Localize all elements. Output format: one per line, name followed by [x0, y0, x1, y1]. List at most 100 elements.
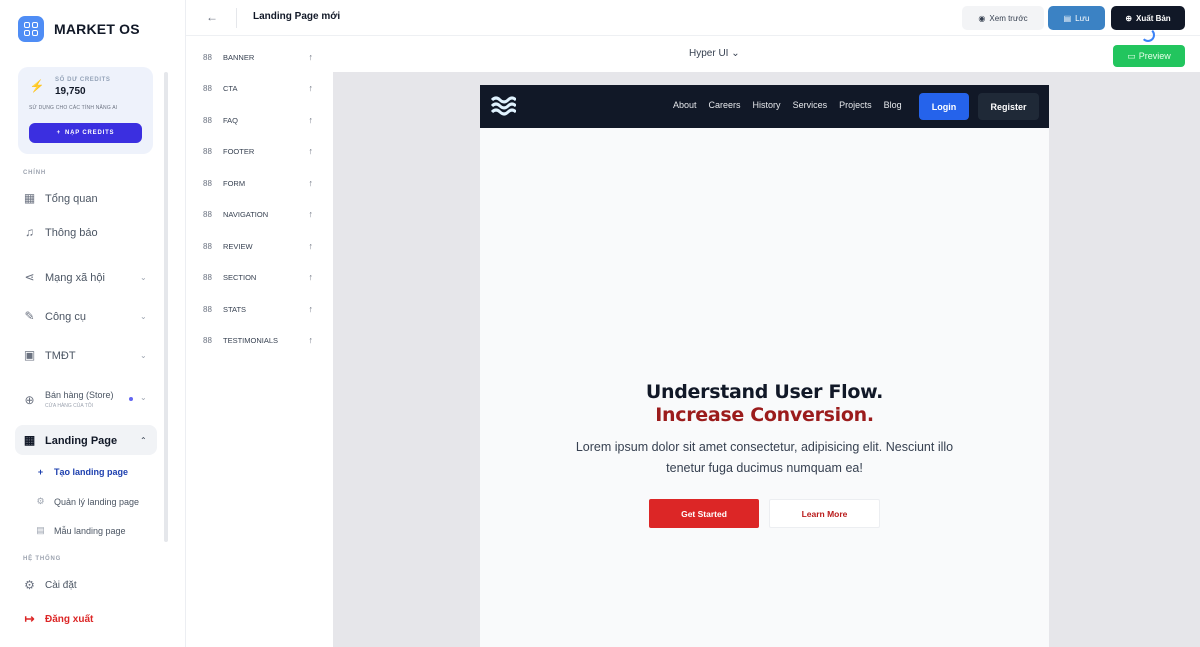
divider	[236, 8, 237, 28]
gear-icon: ⚙	[24, 578, 35, 592]
chevron-down-icon[interactable]: ⌄	[140, 312, 147, 321]
canvas-preview-button[interactable]: ▭ Preview	[1113, 45, 1185, 67]
chevron-down-icon[interactable]: ⌄	[140, 351, 147, 360]
credits-value: 19,750	[55, 86, 86, 97]
arrow-up-icon[interactable]: ↑	[309, 115, 314, 125]
landing-register-button[interactable]: Register	[978, 93, 1039, 120]
nav-link-careers[interactable]: Careers	[709, 100, 741, 110]
credits-subtitle: SỬ DỤNG CHO CÁC TÍNH NĂNG AI	[29, 105, 118, 111]
grid-icon: 88	[203, 52, 212, 62]
grid-icon	[18, 16, 44, 42]
sidebar-item-overview[interactable]: ▦ Tổng quan	[23, 192, 98, 205]
nav-link-blog[interactable]: Blog	[884, 100, 902, 110]
section-label-main: CHÍNH	[23, 170, 46, 176]
component-panel: 88 BANNER ↑ 88 CTA ↑ 88 FAQ ↑ 88 FOOTER …	[186, 36, 333, 647]
component-label: CTA	[223, 83, 238, 93]
nav-link-history[interactable]: History	[753, 100, 781, 110]
sidebar-item-tools[interactable]: ✎ Công cụ	[23, 310, 86, 323]
grid-icon: 88	[203, 209, 212, 219]
save-button[interactable]: ▤ Lưu	[1048, 6, 1105, 30]
sidebar-item-settings[interactable]: ⚙ Cài đặt	[23, 579, 77, 592]
arrow-up-icon[interactable]: ↑	[309, 146, 314, 156]
component-item-testimonials[interactable]: 88 TESTIMONIALS ↑	[203, 333, 313, 347]
sidebar-item-ecommerce[interactable]: ▣ TMĐT	[23, 349, 76, 362]
nav-link-services[interactable]: Services	[793, 100, 828, 110]
component-item-stats[interactable]: 88 STATS ↑	[203, 302, 313, 316]
sidebar-subitem-create-landing[interactable]: + Tạo landing page	[36, 467, 128, 477]
section-label-system: HỆ THỐNG	[23, 556, 62, 562]
store-subtitle: CỬA HÀNG CỦA TÔI	[45, 403, 94, 409]
credits-title: SỐ DƯ CREDITS	[55, 77, 111, 83]
theme-select-value: Hyper UI	[689, 48, 729, 59]
component-label: FOOTER	[223, 146, 255, 156]
component-item-banner[interactable]: 88 BANNER ↑	[203, 50, 313, 64]
grid-icon: 88	[203, 178, 212, 188]
status-dot	[129, 397, 133, 401]
get-started-button[interactable]: Get Started	[649, 499, 759, 528]
sidebar-item-social[interactable]: ⋖ Mạng xã hội	[23, 271, 104, 284]
component-item-review[interactable]: 88 REVIEW ↑	[203, 239, 313, 253]
brand[interactable]: MARKET OS	[18, 16, 140, 42]
landing-login-button[interactable]: Login	[919, 93, 969, 120]
editor-canvas[interactable]: About Careers History Services Projects …	[333, 72, 1200, 647]
arrow-up-icon[interactable]: ↑	[309, 272, 314, 282]
sidebar-item-store[interactable]: ⊕ Bán hàng (Store) CỬA HÀNG CỦA TÔI	[23, 390, 114, 411]
gear-icon: ⚙	[36, 496, 45, 506]
arrow-up-icon[interactable]: ↑	[309, 209, 314, 219]
publish-button[interactable]: ⊕ Xuất Bản	[1111, 6, 1185, 30]
sidebar-subitem-manage-landing[interactable]: ⚙ Quản lý landing page	[36, 496, 139, 507]
grid-icon: 88	[203, 304, 212, 314]
arrow-up-icon[interactable]: ↑	[309, 178, 314, 188]
canvas-header: Hyper UI ⌄ ▭ Preview	[333, 28, 1200, 72]
back-arrow-icon[interactable]: ←	[206, 10, 218, 24]
component-label: NAVIGATION	[223, 209, 269, 219]
grid-icon: 88	[203, 272, 212, 282]
component-item-footer[interactable]: 88 FOOTER ↑	[203, 144, 313, 158]
grid-icon: 88	[203, 335, 212, 345]
arrow-up-icon[interactable]: ↑	[309, 304, 314, 314]
preview-label: Xem trước	[989, 13, 1028, 23]
sidebar-scrollbar[interactable]	[164, 72, 168, 542]
sidebar-subitem-landing-templates[interactable]: ▤ Mẫu landing page	[36, 525, 126, 536]
chevron-up-icon[interactable]: ⌃	[140, 436, 147, 445]
component-item-navigation[interactable]: 88 NAVIGATION ↑	[203, 207, 313, 221]
component-item-cta[interactable]: 88 CTA ↑	[203, 81, 313, 95]
brand-name: MARKET OS	[54, 21, 140, 37]
logout-button[interactable]: ↦ Đăng xuất	[23, 613, 93, 626]
publish-label: Xuất Bản	[1136, 13, 1171, 23]
bell-icon: ♫	[25, 225, 34, 239]
landing-page-preview: About Careers History Services Projects …	[480, 85, 1049, 647]
grid-icon: 88	[203, 83, 212, 93]
canvas-preview-label: Preview	[1138, 51, 1171, 61]
nav-link-projects[interactable]: Projects	[839, 100, 872, 110]
sidebar-item-label: Tổng quan	[45, 192, 98, 205]
logout-label: Đăng xuất	[45, 614, 94, 625]
component-label: BANNER	[223, 52, 255, 62]
arrow-up-icon[interactable]: ↑	[309, 335, 314, 345]
nav-link-about[interactable]: About	[673, 100, 697, 110]
sidebar-item-label: Cài đặt	[45, 580, 77, 591]
component-item-form[interactable]: 88 FORM ↑	[203, 176, 313, 190]
component-label: STATS	[223, 304, 247, 314]
logout-icon: ↦	[24, 612, 35, 626]
preview-button[interactable]: ◉ Xem trước	[962, 6, 1044, 30]
hero-headline-accent: Increase Conversion.	[655, 404, 874, 426]
hero-headline: Understand User Flow.	[645, 381, 884, 403]
arrow-up-icon[interactable]: ↑	[309, 241, 314, 251]
chevron-down-icon[interactable]: ⌄	[140, 393, 147, 402]
learn-more-button[interactable]: Learn More	[769, 499, 880, 528]
sidebar-subitem-label: Mẫu landing page	[54, 525, 126, 536]
top-up-credits-button[interactable]: + NẠP CREDITS	[29, 123, 142, 143]
arrow-up-icon[interactable]: ↑	[309, 52, 314, 62]
arrow-up-icon[interactable]: ↑	[309, 83, 314, 93]
sidebar-item-notifications[interactable]: ♫ Thông báo	[23, 226, 98, 239]
sidebar-item-label: Bán hàng (Store)	[45, 390, 114, 400]
document-icon: ▤	[36, 525, 45, 535]
theme-select[interactable]: Hyper UI ⌄	[689, 48, 740, 59]
monitor-icon: ▭	[1127, 50, 1136, 61]
chevron-down-icon[interactable]: ⌄	[140, 273, 147, 282]
sidebar-item-landing-page[interactable]: ▦ Landing Page	[23, 434, 117, 447]
component-item-faq[interactable]: 88 FAQ ↑	[203, 113, 313, 127]
component-item-section[interactable]: 88 SECTION ↑	[203, 270, 313, 284]
sidebar-item-label: Landing Page	[45, 434, 118, 447]
